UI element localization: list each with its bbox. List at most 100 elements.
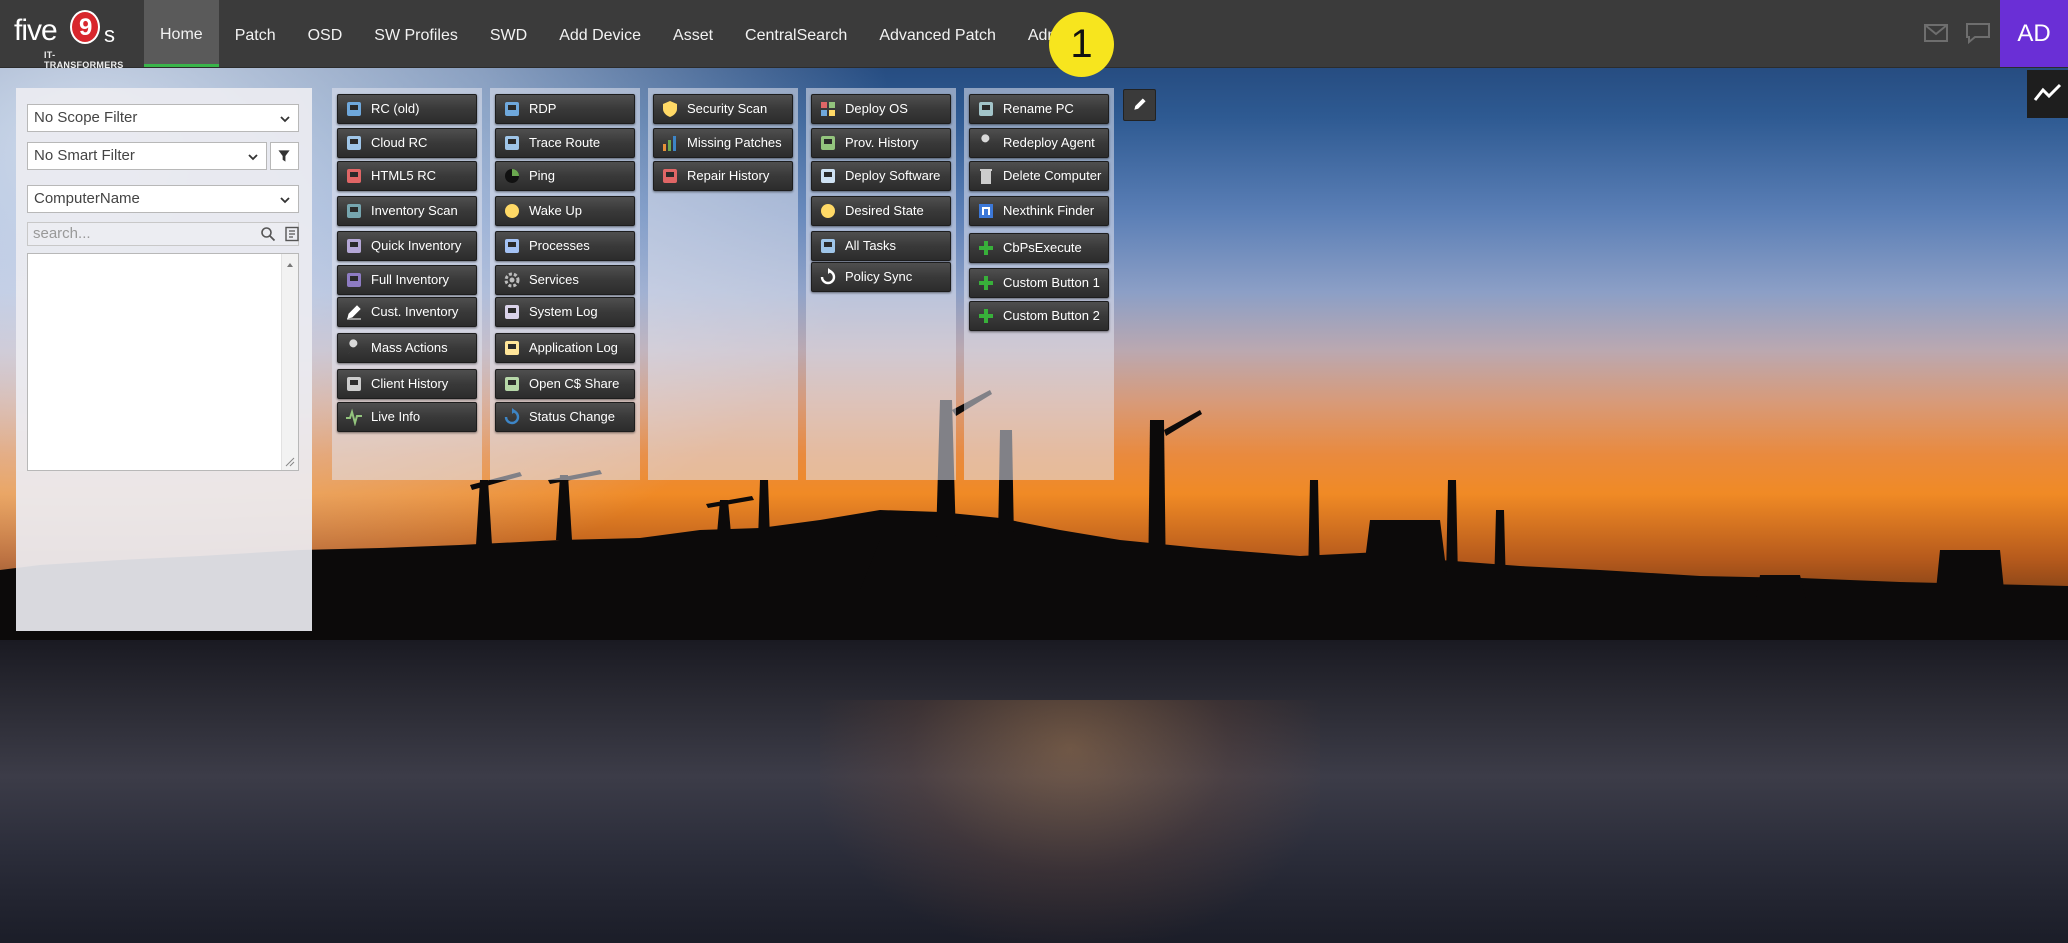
system-log-icon: [505, 305, 519, 319]
clipboard-list-icon[interactable]: [284, 226, 300, 242]
mail-icon[interactable]: [1924, 24, 1948, 42]
action-button-cust-inventory[interactable]: Cust. Inventory: [337, 297, 477, 327]
computer-list[interactable]: [27, 253, 299, 471]
action-button-label: Quick Inventory: [371, 238, 462, 253]
action-button-deploy-os[interactable]: Deploy OS: [811, 94, 951, 124]
action-button-desired-state[interactable]: Desired State: [811, 196, 951, 226]
history-icon: [347, 377, 361, 391]
action-button-application-log[interactable]: Application Log: [495, 333, 635, 363]
action-button-trace-route[interactable]: Trace Route: [495, 128, 635, 158]
action-button-label: CbPsExecute: [1003, 240, 1082, 255]
action-button-status-change[interactable]: Status Change: [495, 402, 635, 432]
nexthink-icon: [979, 204, 993, 218]
user-avatar[interactable]: AD: [2000, 0, 2068, 67]
trend-line-icon: [2033, 83, 2062, 101]
sync-icon: [820, 268, 836, 285]
action-button-delete-computer[interactable]: Delete Computer: [969, 161, 1109, 191]
search-field-select[interactable]: ComputerName: [27, 185, 299, 213]
action-button-label: Services: [529, 272, 579, 287]
pencil-icon: [347, 305, 361, 320]
rdp-icon: [505, 102, 519, 116]
action-button-label: Inventory Scan: [371, 203, 458, 218]
action-button-html5-rc[interactable]: HTML5 RC: [337, 161, 477, 191]
nav-osd[interactable]: OSD: [292, 0, 359, 67]
action-button-label: Open C$ Share: [529, 376, 620, 391]
action-button-label: Nexthink Finder: [1003, 203, 1095, 218]
nav-swd[interactable]: SWD: [474, 0, 543, 67]
quick-inventory-icon: [347, 239, 361, 253]
shield-icon: [663, 101, 677, 117]
action-button-repair-history[interactable]: Repair History: [653, 161, 793, 191]
action-button-label: Missing Patches: [687, 135, 782, 150]
action-button-security-scan[interactable]: Security Scan: [653, 94, 793, 124]
smart-filter-button[interactable]: [270, 142, 299, 170]
action-button-custom-button-1[interactable]: Custom Button 1: [969, 268, 1109, 298]
trend-panel-toggle[interactable]: [2027, 70, 2068, 118]
action-button-services[interactable]: Services: [495, 265, 635, 295]
action-button-system-log[interactable]: System Log: [495, 297, 635, 327]
nav-advanced-patch[interactable]: Advanced Patch: [863, 0, 1012, 67]
search-icon[interactable]: [260, 226, 276, 242]
plus-icon: [979, 241, 993, 255]
action-button-cloud-rc[interactable]: Cloud RC: [337, 128, 477, 158]
action-button-live-info[interactable]: Live Info: [337, 402, 477, 432]
action-button-all-tasks[interactable]: All Tasks: [811, 231, 951, 261]
logo-brand-left: five: [14, 14, 58, 47]
action-button-label: Processes: [529, 238, 590, 253]
action-button-missing-patches[interactable]: Missing Patches: [653, 128, 793, 158]
application-log-icon: [505, 341, 519, 355]
software-icon: [821, 169, 835, 183]
chat-icon[interactable]: [1965, 22, 1991, 44]
action-button-label: Redeploy Agent: [1003, 135, 1095, 150]
action-button-nexthink-finder[interactable]: Nexthink Finder: [969, 196, 1109, 226]
action-button-label: Cloud RC: [371, 135, 428, 150]
list-scrollbar[interactable]: [281, 254, 298, 470]
action-button-processes[interactable]: Processes: [495, 231, 635, 261]
smart-filter-select[interactable]: No Smart Filter: [27, 142, 267, 170]
edit-layout-button[interactable]: [1123, 89, 1156, 121]
action-button-open-c-share[interactable]: Open C$ Share: [495, 369, 635, 399]
action-button-custom-button-2[interactable]: Custom Button 2: [969, 301, 1109, 331]
computer-search-input[interactable]: search...: [27, 222, 299, 246]
nav-add-device[interactable]: Add Device: [543, 0, 657, 67]
action-button-client-history[interactable]: Client History: [337, 369, 477, 399]
action-button-label: Custom Button 1: [1003, 275, 1100, 290]
fiveninesecurity-logo[interactable]: five 9 s IT-TRANSFORMERS: [14, 6, 134, 70]
action-button-wake-up[interactable]: Wake Up: [495, 196, 635, 226]
action-button-ping[interactable]: Ping: [495, 161, 635, 191]
search-placeholder: search...: [33, 225, 91, 242]
action-button-deploy-software[interactable]: Deploy Software: [811, 161, 951, 191]
action-button-label: Client History: [371, 376, 449, 391]
action-button-label: RC (old): [371, 101, 420, 116]
cloud-rc-icon: [347, 136, 361, 150]
share-icon: [505, 377, 519, 391]
funnel-icon: [278, 150, 290, 162]
action-button-label: Ping: [529, 168, 556, 183]
action-button-policy-sync[interactable]: Policy Sync: [811, 262, 951, 292]
action-button-full-inventory[interactable]: Full Inventory: [337, 265, 477, 295]
nav-patch[interactable]: Patch: [219, 0, 292, 67]
action-button-mass-actions[interactable]: Mass Actions: [337, 333, 477, 363]
plus-icon: [979, 276, 993, 290]
action-button-prov-history[interactable]: Prov. History: [811, 128, 951, 158]
nav-home[interactable]: Home: [144, 0, 219, 67]
action-button-rename-pc[interactable]: Rename PC: [969, 94, 1109, 124]
remote-control-icon: [347, 102, 361, 116]
html5-icon: [347, 169, 361, 183]
scope-filter-value: No Scope Filter: [34, 109, 138, 126]
action-button-rc-old[interactable]: RC (old): [337, 94, 477, 124]
scope-filter-select[interactable]: No Scope Filter: [27, 104, 299, 132]
action-button-label: Live Info: [371, 409, 421, 424]
action-button-quick-inventory[interactable]: Quick Inventory: [337, 231, 477, 261]
action-button-redeploy-agent[interactable]: Redeploy Agent: [969, 128, 1109, 158]
action-button-rdp[interactable]: RDP: [495, 94, 635, 124]
action-button-label: Application Log: [529, 340, 618, 355]
wrench-icon: [348, 339, 358, 354]
nav-sw-profiles[interactable]: SW Profiles: [358, 0, 474, 67]
chevron-down-icon: [280, 197, 290, 204]
action-button-inventory-scan[interactable]: Inventory Scan: [337, 196, 477, 226]
action-button-cbpsexecute[interactable]: CbPsExecute: [969, 233, 1109, 263]
nav-centralsearch[interactable]: CentralSearch: [729, 0, 863, 67]
ping-icon: [505, 169, 519, 183]
nav-asset[interactable]: Asset: [657, 0, 729, 67]
